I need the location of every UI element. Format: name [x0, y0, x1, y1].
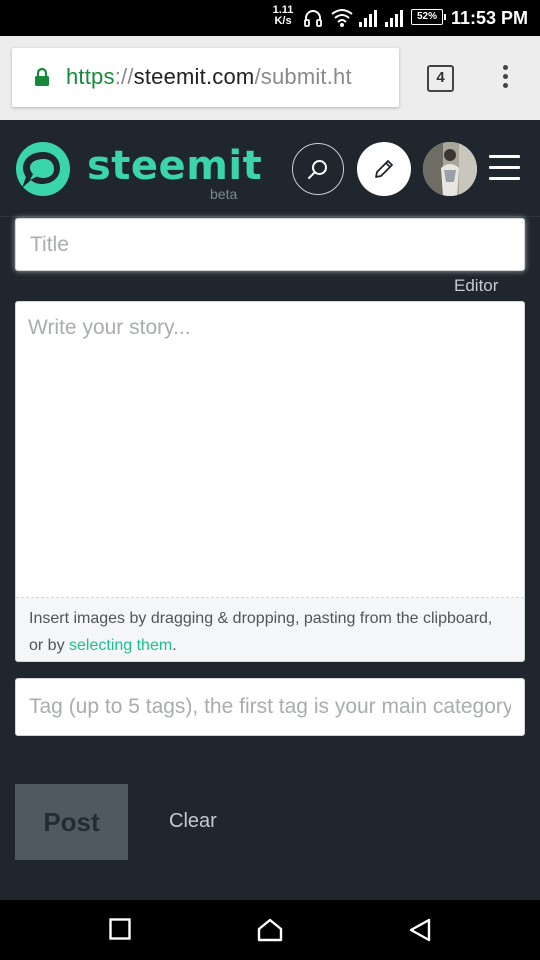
tags-input[interactable]: [15, 678, 525, 736]
steemit-logo-icon[interactable]: [14, 140, 72, 198]
url-text: https://steemit.com/submit.ht: [66, 64, 352, 90]
status-bar: 1.11 K/s 52% 11:53 PM: [0, 0, 540, 36]
avatar-image: [423, 142, 477, 196]
lock-icon: [35, 67, 49, 86]
title-input[interactable]: [15, 218, 525, 271]
site-header: steemit beta: [0, 120, 540, 217]
pencil-icon: [375, 160, 393, 178]
signal-icon-1: [359, 10, 377, 27]
url-path: /submit.ht: [254, 64, 352, 89]
story-textarea[interactable]: [16, 302, 524, 598]
image-upload-hint: Insert images by dragging & dropping, pa…: [16, 598, 524, 661]
post-button[interactable]: Post: [15, 784, 128, 860]
search-button[interactable]: [292, 143, 344, 195]
site-logo-text[interactable]: steemit: [87, 143, 262, 189]
android-navigation-bar: [0, 900, 540, 960]
network-speed: 1.11 K/s: [270, 5, 296, 27]
upload-hint-suffix: .: [172, 637, 177, 654]
beta-badge: beta: [210, 186, 238, 202]
url-scheme: https: [66, 64, 115, 89]
url-separator: ://: [114, 64, 134, 89]
story-editor: Insert images by dragging & dropping, pa…: [15, 301, 525, 662]
wifi-icon: [331, 9, 353, 27]
search-icon: [308, 160, 327, 179]
user-avatar[interactable]: [423, 142, 477, 196]
tab-switcher-button[interactable]: 4: [427, 65, 454, 92]
editor-toggle-link[interactable]: Editor: [454, 276, 498, 296]
network-speed-unit: K/s: [274, 15, 292, 27]
browser-menu-icon[interactable]: [500, 65, 510, 92]
select-images-link[interactable]: selecting them: [69, 637, 172, 654]
headset-icon: [304, 10, 322, 27]
browser-toolbar: https://steemit.com/submit.ht 4: [0, 36, 540, 120]
address-bar[interactable]: https://steemit.com/submit.ht: [12, 48, 399, 107]
status-clock: 11:53 PM: [450, 8, 528, 28]
battery-indicator: 52%: [411, 9, 446, 25]
back-icon[interactable]: [409, 918, 431, 942]
home-icon[interactable]: [257, 918, 283, 942]
clear-button[interactable]: Clear: [169, 810, 217, 833]
hamburger-menu-icon[interactable]: [489, 155, 520, 188]
write-post-button[interactable]: [357, 142, 411, 196]
signal-icon-2: [385, 10, 403, 27]
url-host: steemit.com: [133, 64, 255, 89]
recent-apps-icon[interactable]: [109, 918, 131, 940]
